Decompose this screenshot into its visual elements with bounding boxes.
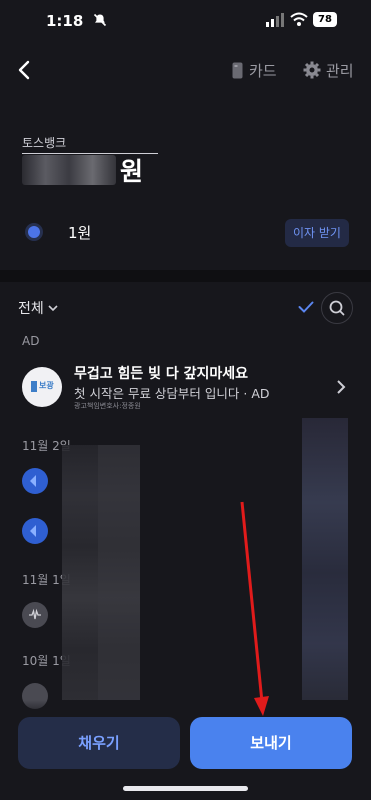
card-label: 카드 <box>249 61 277 80</box>
back-arrow-icon[interactable] <box>14 58 36 82</box>
ad-label: AD <box>22 334 40 348</box>
status-time: 1:18 <box>46 12 84 30</box>
signal-icon <box>266 13 284 27</box>
search-icon <box>329 300 345 316</box>
transfer-icon <box>30 475 36 487</box>
bell-muted-icon <box>93 13 107 27</box>
waveform-icon <box>29 608 41 620</box>
section-divider <box>0 270 371 282</box>
battery-indicator: 78 <box>313 12 337 27</box>
search-button[interactable] <box>321 292 353 324</box>
sub-account-dot-icon <box>28 226 40 238</box>
manage-button[interactable]: 관리 <box>303 58 354 82</box>
home-indicator <box>123 786 248 791</box>
chevron-down-icon <box>48 304 58 311</box>
transfer-icon <box>30 525 36 537</box>
ad-subtitle: 첫 시작은 무료 상담부터 입니다 · AD <box>74 386 270 401</box>
card-button[interactable]: 카드 <box>232 58 277 82</box>
ad-logo-text: 보광 <box>39 381 54 390</box>
sub-balance: 1원 <box>68 224 92 242</box>
balance-suffix: 원 <box>120 157 144 186</box>
ad-disclaimer: 광고책임변호사:정종원 <box>74 402 141 410</box>
manage-label: 관리 <box>326 61 354 80</box>
ad-title[interactable]: 무겁고 힘든 빚 다 갚지마세요 <box>74 363 248 383</box>
transaction-icon <box>22 518 48 544</box>
balance-blur <box>22 155 116 185</box>
check-icon[interactable] <box>298 300 314 314</box>
status-bar: 1:18 78 <box>0 0 371 44</box>
fill-button[interactable]: 채우기 <box>18 717 180 769</box>
transaction-icon <box>22 468 48 494</box>
redacted-block <box>302 418 348 700</box>
redacted-block <box>98 445 140 700</box>
account-name[interactable]: 토스뱅크 <box>22 134 158 154</box>
send-button[interactable]: 보내기 <box>190 717 352 769</box>
chevron-right-icon[interactable] <box>336 379 346 395</box>
balance-amount: 원 <box>22 152 143 188</box>
ad-logo[interactable]: 보광 <box>22 367 62 407</box>
interest-button[interactable]: 이자 받기 <box>285 219 349 247</box>
gear-icon <box>303 61 321 79</box>
card-icon <box>232 62 243 78</box>
filter-label: 전체 <box>18 301 44 317</box>
filter-dropdown[interactable]: 전체 <box>18 298 58 318</box>
wifi-icon <box>290 12 308 26</box>
transaction-icon <box>22 602 48 628</box>
